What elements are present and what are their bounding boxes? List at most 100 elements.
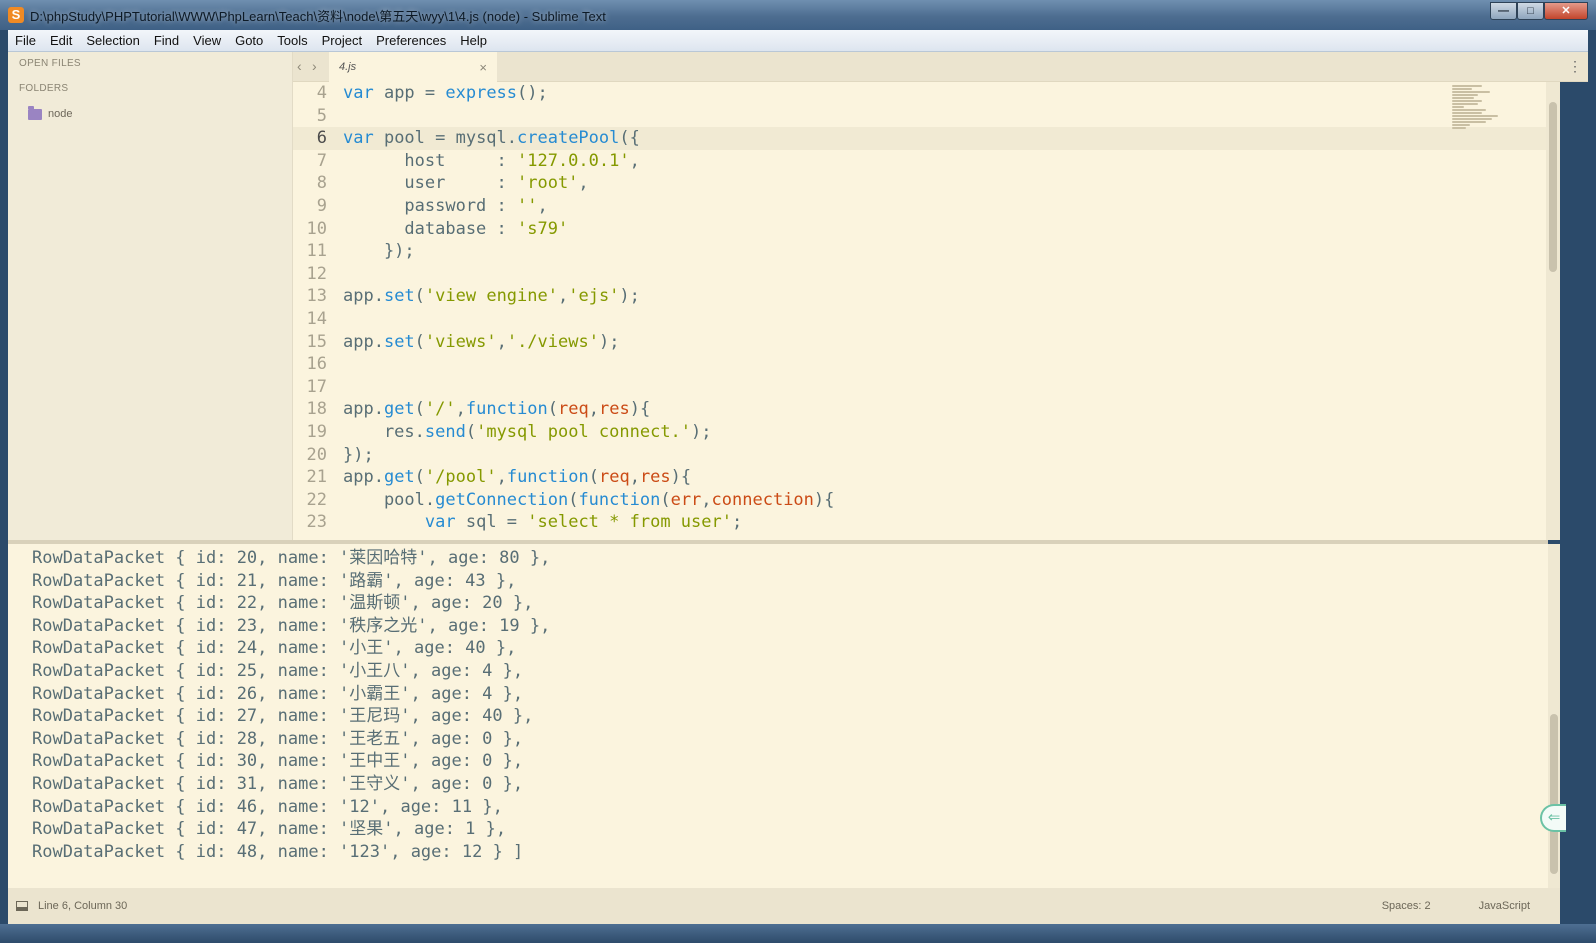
line-number: 12 [306,263,327,284]
menu-edit[interactable]: Edit [43,30,79,52]
menu-goto[interactable]: Goto [228,30,270,52]
line-number: 20 [306,444,327,465]
output-line: RowDataPacket { id: 48, name: '123', age… [32,841,524,862]
close-button[interactable]: ✕ [1544,2,1588,20]
minimize-button[interactable]: — [1490,2,1517,20]
code-text: app.get('/',function(req,res){ [333,398,650,421]
code-token: function [578,489,661,510]
code-token: app. [343,467,384,488]
output-line: RowDataPacket { id: 26, name: '小霸王', age… [32,683,524,704]
maximize-button[interactable]: □ [1517,2,1544,20]
code-token: pool = mysql. [383,128,518,149]
code-line[interactable]: 20}); [293,444,1553,467]
code-token: }); [343,241,415,262]
code-line[interactable]: 17 [293,376,1553,399]
output-line: RowDataPacket { id: 46, name: '12', age:… [32,796,503,817]
line-number: 4 [316,83,327,103]
code-line[interactable]: 21 app.get('/pool',function(req,res){ [293,466,1553,489]
code-token: , [701,489,712,510]
code-line[interactable]: 15 app.set('views','./views'); [293,331,1553,354]
code-line[interactable]: 10 database : 's79' [293,218,1553,241]
menu-file[interactable]: File [8,30,43,52]
line-number: 18 [306,399,327,420]
tab-menu-icon[interactable]: ⋮ [1568,58,1582,75]
code-token: connection [711,489,814,510]
code-token: sql = [465,512,528,533]
tab-close-icon[interactable]: × [479,60,487,75]
line-number: 21 [306,467,327,488]
editor-scrollbar[interactable] [1546,82,1560,540]
code-token: ({ [619,128,640,149]
output-scrollbar[interactable] [1548,544,1560,888]
code-line[interactable]: 16 [293,353,1553,376]
code-text: password : '', [333,195,547,218]
output-line: RowDataPacket { id: 31, name: '王守义', age… [32,773,524,794]
code-token: host : [343,150,517,171]
tab-4js[interactable]: 4.js × [329,52,497,82]
code-token: ( [568,489,579,510]
code-line[interactable]: 14 [293,308,1553,331]
code-line[interactable]: 8 user : 'root', [293,172,1553,195]
menu-project[interactable]: Project [315,30,369,52]
output-line: RowDataPacket { id: 27, name: '王尼玛', age… [32,706,534,727]
code-token: res. [343,421,425,442]
code-token: app. [343,286,384,307]
code-token: , [455,399,466,420]
line-number: 11 [306,241,327,262]
code-token: var [424,512,466,533]
line-number: 17 [306,376,327,397]
code-editor[interactable]: 4 var app = express(); 5 6 var pool = mysql.… [293,82,1553,540]
code-token: , [578,173,589,194]
output-panel[interactable]: RowDataPacket { id: 20, name: '莱因哈特', ag… [8,544,1548,888]
code-text: app.set('views','./views'); [333,331,619,354]
line-number: 22 [306,489,327,510]
indentation-setting[interactable]: Spaces: 2 [1382,900,1431,912]
line-number: 7 [316,150,327,171]
output-line: RowDataPacket { id: 25, name: '小王八', age… [32,660,524,681]
menu-find[interactable]: Find [147,30,186,52]
code-line[interactable]: 13 app.set('view engine','ejs'); [293,285,1553,308]
code-token: 'ejs' [568,286,620,307]
code-line[interactable]: 11 }); [293,240,1553,263]
code-token: ( [588,467,599,488]
code-line[interactable]: 9 password : '', [293,195,1553,218]
menu-help[interactable]: Help [453,30,494,52]
output-line: RowDataPacket { id: 20, name: '莱因哈特', ag… [32,548,551,568]
code-line[interactable]: 4 var app = express(); [293,82,1553,105]
code-token: '/pool' [424,467,497,488]
line-number: 19 [306,421,327,442]
sublime-app-icon: S [8,7,24,23]
panel-toggle-icon[interactable] [16,901,28,911]
chevron-left-icon[interactable]: ‹ [297,58,302,74]
line-number: 16 [306,354,327,375]
code-line[interactable]: 22 pool.getConnection(function(err,conne… [293,489,1553,512]
code-token: , [629,150,640,171]
menu-view[interactable]: View [186,30,228,52]
syntax-selector[interactable]: JavaScript [1479,900,1530,912]
code-token: ); [619,286,640,307]
menu-preferences[interactable]: Preferences [369,30,453,52]
chevron-right-icon[interactable]: › [312,58,317,74]
code-line[interactable]: 5 [293,105,1553,128]
minimap[interactable] [1452,84,1512,154]
sidebar-folder-node[interactable]: node [8,102,292,126]
code-line[interactable]: 18 app.get('/',function(req,res){ [293,398,1553,421]
code-line[interactable]: 12 [293,263,1553,286]
code-token: res [639,467,671,488]
menu-tools[interactable]: Tools [270,30,314,52]
code-token: ( [547,399,559,420]
back-arrow-icon[interactable]: ⇐ [1540,804,1566,832]
output-line: RowDataPacket { id: 24, name: '小王', age:… [32,638,517,659]
output-line: RowDataPacket { id: 22, name: '温斯顿', age… [32,593,534,614]
code-line[interactable]: 19 res.send('mysql pool connect.'); [293,421,1553,444]
line-number: 13 [306,286,327,307]
code-line[interactable]: 23 var sql = 'select * from user'; [293,511,1553,534]
menu-selection[interactable]: Selection [79,30,146,52]
code-line[interactable]: 6 var pool = mysql.createPool({ [293,127,1553,150]
folder-label: node [48,108,73,120]
code-line[interactable]: 7 host : '127.0.0.1', [293,150,1553,173]
title-bar: S D:\phpStudy\PHPTutorial\WWW\PhpLearn\T… [0,0,1596,30]
